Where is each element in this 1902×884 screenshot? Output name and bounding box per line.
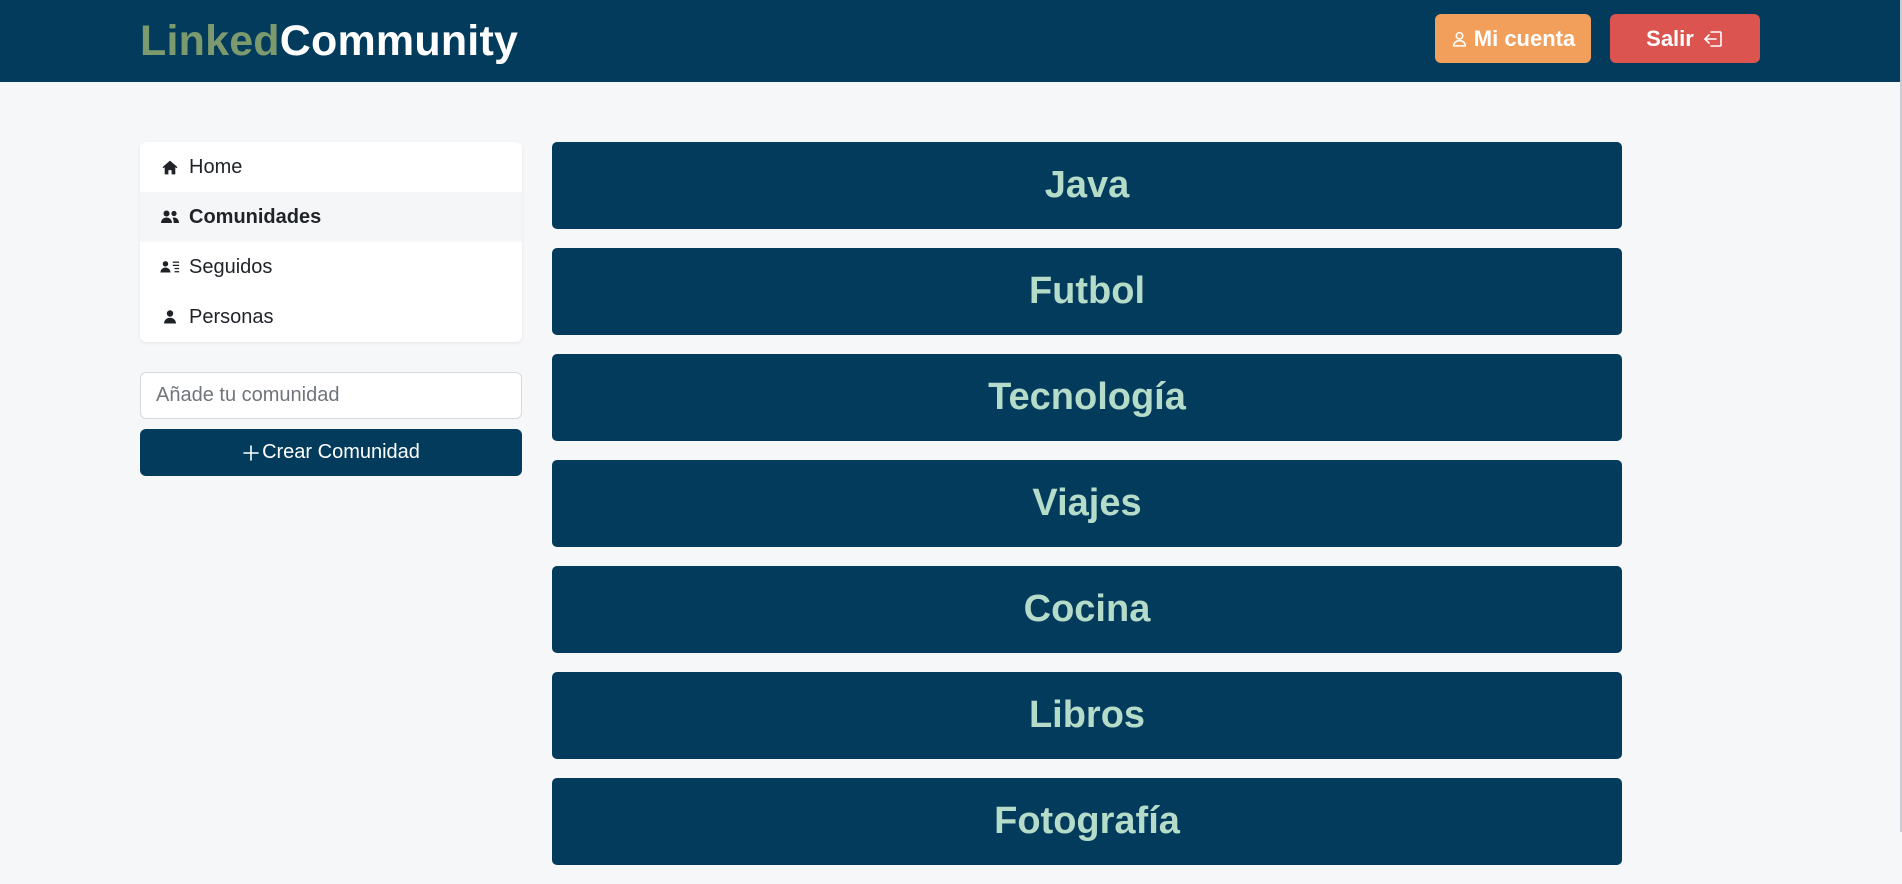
community-name: Cocina (1023, 588, 1151, 630)
sidebar-item-home[interactable]: Home (140, 142, 522, 192)
community-name: Tecnología (988, 376, 1186, 418)
sidebar-item-label: Home (189, 155, 243, 178)
community-card-futbol[interactable]: Futbol (552, 248, 1622, 335)
my-account-label: Mi cuenta (1473, 25, 1576, 51)
community-name: Libros (1028, 694, 1146, 736)
community-list: Java Futbol Tecnología Viajes Cocina Lib… (552, 142, 1622, 884)
house-icon (160, 157, 180, 177)
door-arrow-left-icon (1702, 29, 1724, 49)
community-card-viajes[interactable]: Viajes (552, 460, 1622, 547)
community-name: Fotografía (994, 800, 1180, 842)
person-lines-icon (160, 257, 180, 277)
logout-label: Salir (1646, 25, 1694, 51)
person-outline-icon (1451, 30, 1468, 48)
sidebar-item-label: Comunidades (189, 205, 322, 228)
community-name: Futbol (1028, 270, 1146, 312)
person-icon (160, 307, 180, 327)
sidebar-item-label: Personas (189, 305, 274, 328)
top-navbar: LinkedCommunity Mi cuenta Salir (0, 0, 1902, 82)
logout-button[interactable]: Salir (1610, 14, 1760, 63)
sidebar-item-personas[interactable]: Personas (140, 292, 522, 342)
community-card-libros[interactable]: Libros (552, 672, 1622, 759)
brand-community: Community (279, 17, 519, 65)
community-card-tecnologia[interactable]: Tecnología (552, 354, 1622, 441)
community-card-fotografia[interactable]: Fotografía (552, 778, 1622, 865)
plus-icon (242, 444, 260, 462)
add-community-input[interactable] (140, 372, 522, 419)
community-card-cocina[interactable]: Cocina (552, 566, 1622, 653)
sidebar-item-seguidos[interactable]: Seguidos (140, 242, 522, 292)
create-community-label: Crear Comunidad (262, 441, 420, 463)
sidebar-item-label: Seguidos (189, 255, 273, 278)
sidebar-nav: Home Comunidades Seguidos Personas (140, 142, 522, 342)
create-community-button[interactable]: Crear Comunidad (140, 429, 522, 476)
brand-logo[interactable]: LinkedCommunity (140, 16, 518, 66)
people-icon (160, 207, 180, 227)
community-name: Viajes (1032, 482, 1142, 524)
community-name: Java (1044, 164, 1130, 206)
brand-linked: Linked (140, 17, 280, 65)
sidebar-item-comunidades[interactable]: Comunidades (140, 192, 522, 242)
community-card-java[interactable]: Java (552, 142, 1622, 229)
my-account-button[interactable]: Mi cuenta (1435, 14, 1591, 63)
